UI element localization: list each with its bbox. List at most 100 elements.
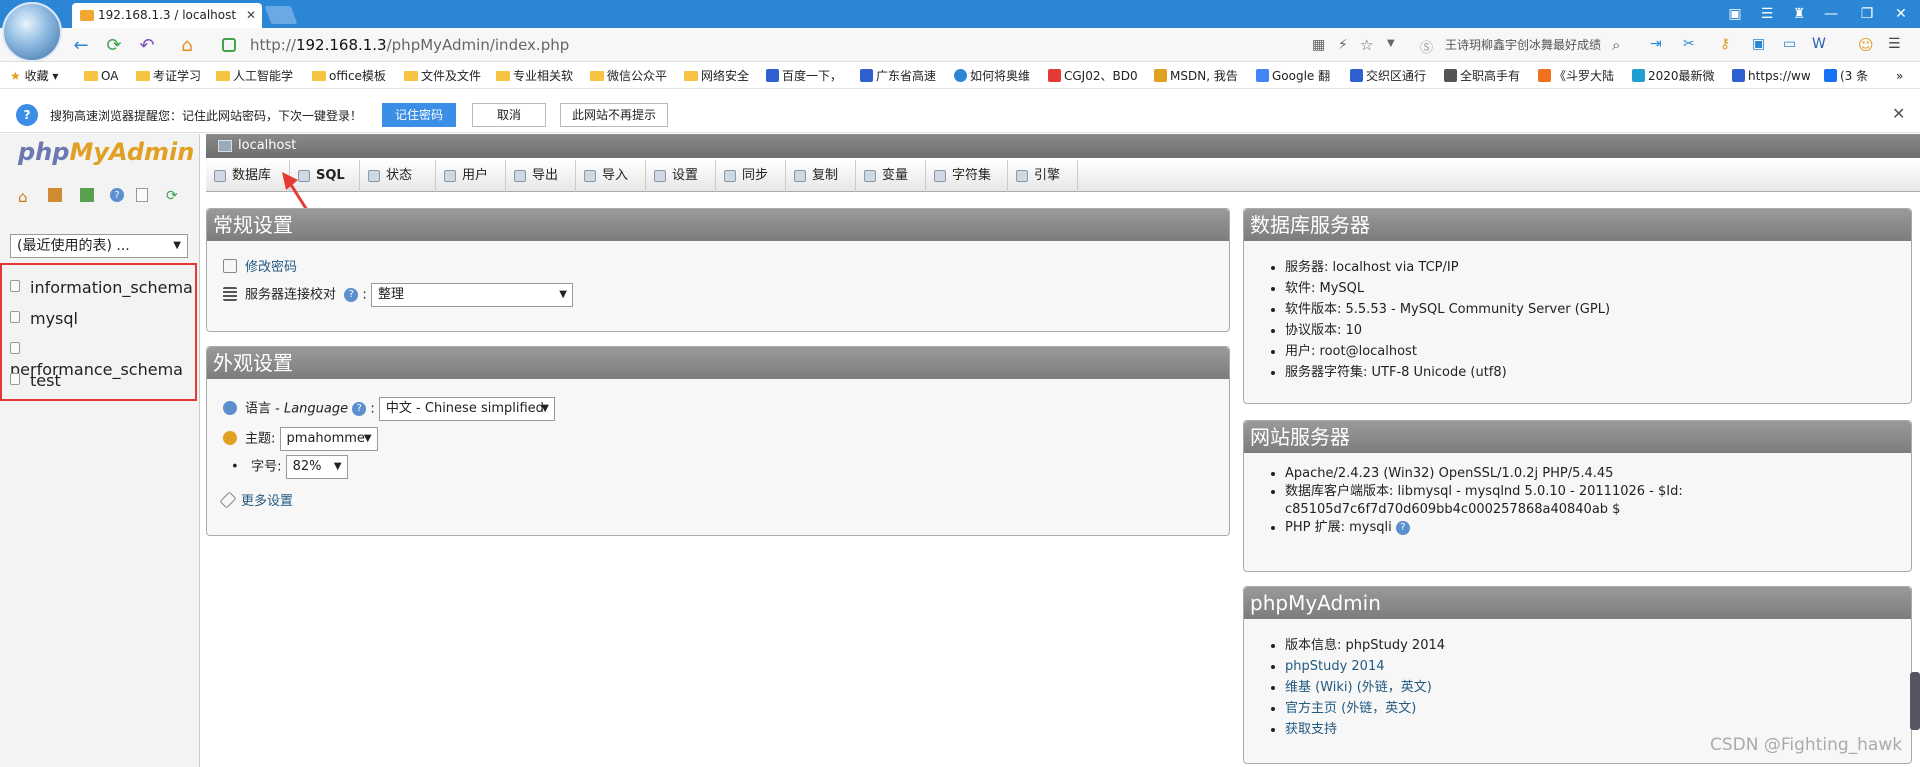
bookmark-item[interactable]: 考证学习 [136,63,201,89]
search-input[interactable]: 王诗玥柳鑫宇创冰舞最好成绩 [1445,33,1675,57]
tab-label: 状态 [386,168,413,183]
undo-icon[interactable]: ↶ [136,35,158,57]
minimize-icon[interactable]: — [1816,4,1846,24]
tab-databases[interactable]: 数据库 [206,160,290,192]
menu-icon[interactable]: ☰ [1752,4,1782,24]
infobar-close-icon[interactable]: ✕ [1892,104,1905,123]
bookmark-item[interactable]: 网络安全 [684,63,749,89]
star-icon[interactable]: ☆ [1360,36,1373,54]
export-icon [514,170,526,182]
bookmark-item[interactable]: 微信公众平 [590,63,667,89]
tab-engines[interactable]: 引擎 [1008,160,1078,192]
tab-import[interactable]: 导入 [576,160,646,192]
tab-close-icon[interactable]: ✕ [246,3,256,28]
phpstudy-link[interactable]: phpStudy 2014 [1285,659,1385,674]
folder-icon [590,71,604,81]
sql-query-icon[interactable] [80,188,94,202]
db-item-mysql[interactable]: mysql [10,309,78,329]
never-prompt-button[interactable]: 此网站不再提示 [560,103,668,127]
tab-settings[interactable]: 设置 [646,160,716,192]
restore-icon[interactable]: ❐ [1852,4,1882,24]
remember-password-button[interactable]: 记住密码 [382,103,456,127]
bookmark-item[interactable]: 人工智能学 [216,63,293,89]
wiki-link[interactable]: 维基 (Wiki) (外链，英文) [1285,680,1432,695]
lightning-icon[interactable]: ⚡ [1338,37,1348,53]
exit-icon[interactable] [48,188,62,202]
screen-icon[interactable]: ▭ [1783,36,1796,52]
bookmark-favorites[interactable]: ★ 收藏 ▾ [10,63,58,89]
bookmark-label: CGJ02、BD0 [1064,69,1138,83]
tab-charsets[interactable]: 字符集 [926,160,1008,192]
font-size-select[interactable]: 82% ▼ [285,455,348,479]
bookmark-item[interactable]: 广东省高速 [860,63,936,89]
bookmark-item[interactable]: 如何将奥维 [954,63,1030,89]
help-icon[interactable]: ? [352,402,367,416]
cancel-button[interactable]: 取消 [472,103,546,127]
bookmarks-more-icon[interactable]: » [1896,63,1903,89]
bookmark-item[interactable]: office模板 [312,63,386,89]
word-icon[interactable]: W [1812,36,1826,52]
folder-icon [496,71,510,81]
recent-tables-value: (最近使用的表) ... [17,238,130,254]
database-icon [10,342,20,354]
engine-icon [1016,170,1028,182]
qr-icon[interactable]: ▦ [1312,37,1325,53]
theme-select[interactable]: pmahomme ▼ [279,427,378,451]
reload-icon[interactable]: ⟳ [166,188,182,204]
refresh-icon[interactable]: ⟳ [103,35,125,57]
tab-replication[interactable]: 复制 [786,160,856,192]
tab-status[interactable]: 状态 [360,160,436,192]
translate-icon[interactable]: ▣ [1752,36,1765,52]
url-input[interactable]: http://192.168.1.3/phpMyAdmin/index.php [250,33,569,57]
bookmark-item[interactable]: CGJ02、BD0 [1048,63,1138,89]
bookmark-item[interactable]: 文件及文件 [404,63,481,89]
login-icon[interactable]: ⇥ [1650,36,1662,52]
bookmark-item[interactable]: Google 翻 [1256,63,1330,89]
bookmark-item[interactable]: 百度一下， [766,63,842,89]
key-icon[interactable]: ⚷ [1720,36,1730,52]
bookmark-item[interactable]: 《斗罗大陆 [1538,63,1614,89]
home-icon[interactable]: ⌂ [176,35,198,57]
bookmark-item[interactable]: https://ww [1732,63,1811,89]
tab-users[interactable]: 用户 [436,160,506,192]
bookmark-item[interactable]: 2020最新微 [1632,63,1715,89]
homepage-link[interactable]: 官方主页 (外链，英文) [1285,701,1416,716]
tab-synchronize[interactable]: 同步 [716,160,786,192]
bookmark-item[interactable]: 交织区通行 [1350,63,1426,89]
server-breadcrumb[interactable]: localhost [206,134,1920,158]
tab-export[interactable]: 导出 [506,160,576,192]
tab-count-icon[interactable]: ▣ [1720,4,1750,24]
search-icon[interactable]: ⌕ [1612,36,1620,54]
bookmark-item[interactable]: MSDN, 我告 [1154,63,1238,89]
more-menu-icon[interactable]: ☰ [1888,36,1901,52]
more-settings-link[interactable]: 更多设置 [219,491,293,511]
change-password-link[interactable]: 修改密码 [223,259,297,277]
language-select[interactable]: 中文 - Chinese simplified ▼ [378,397,555,421]
db-item-test[interactable]: test [10,371,61,391]
browser-avatar-icon[interactable] [2,2,62,62]
smile-icon[interactable]: ☺ [1858,36,1874,54]
bookmark-item[interactable]: OA [84,63,118,89]
support-link[interactable]: 获取支持 [1285,722,1337,737]
db-label: test [30,371,61,390]
bookmark-item[interactable]: 全职高手有 [1444,63,1520,89]
recent-tables-select[interactable]: (最近使用的表) ... ▼ [10,234,188,258]
home-icon[interactable]: ⌂ [18,188,34,206]
bookmark-item[interactable]: 专业相关软 [496,63,573,89]
scrollbar-handle[interactable] [1910,672,1920,730]
browser-tab[interactable]: 192.168.1.3 / localhost ✕ [72,3,262,28]
docs-icon[interactable] [136,188,148,202]
collation-select[interactable]: 整理 ▼ [370,283,573,307]
back-icon[interactable]: ← [70,35,92,57]
help-icon[interactable]: ? [1395,520,1410,535]
scissors-icon[interactable]: ✂ [1683,36,1695,52]
help-icon[interactable]: ? [110,188,124,202]
close-window-icon[interactable]: ✕ [1886,4,1916,24]
tab-variables[interactable]: 变量 [856,160,926,192]
dropdown-icon[interactable]: ▼ [1387,38,1395,49]
pma-logo[interactable]: phpMyAdmin [18,138,194,166]
db-item-information-schema[interactable]: information_schema [10,278,193,298]
skin-icon[interactable]: ♜ [1784,4,1814,24]
bookmark-item[interactable]: (3 条 [1824,63,1868,89]
help-icon[interactable]: ? [344,288,359,302]
